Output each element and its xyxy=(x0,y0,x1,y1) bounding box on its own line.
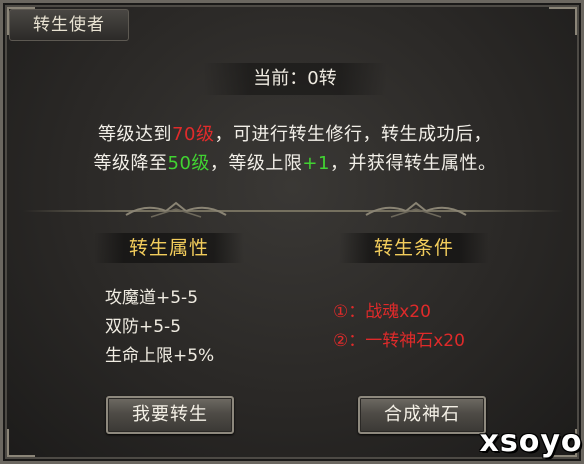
synthesize-stone-button[interactable]: 合成神石 xyxy=(358,396,486,434)
desc1-post: ，可进行转生修行，转生成功后， xyxy=(214,124,492,145)
description-line-1: 等级达到70级，可进行转生修行，转生成功后， xyxy=(3,120,584,146)
watermark-logo: xsoyo xyxy=(479,424,583,459)
required-level: 70级 xyxy=(172,124,215,145)
frame-corner-bottom-left xyxy=(7,429,35,457)
frame-corner-top-right xyxy=(549,7,577,35)
section-divider xyxy=(23,210,563,212)
level-cap-bonus: +1 xyxy=(302,153,330,174)
condition-item: ①：战魂x20 xyxy=(333,302,431,322)
attributes-header: 转生属性 xyxy=(94,233,244,263)
attribute-item: 双防+5-5 xyxy=(105,317,182,337)
reset-level: 50级 xyxy=(167,153,210,174)
current-rebirth-status: 当前：0转 xyxy=(203,63,387,95)
desc1-pre: 等级达到 xyxy=(98,124,173,145)
attribute-item: 生命上限+5% xyxy=(105,346,215,366)
desc2-pre: 等级降至 xyxy=(93,153,168,174)
desc2-post: ，并获得转生属性。 xyxy=(329,153,497,174)
rebirth-button[interactable]: 我要转生 xyxy=(106,396,234,434)
condition-item: ②：一转神石x20 xyxy=(333,331,465,351)
window-title: 转生使者 xyxy=(9,9,129,41)
description-line-2: 等级降至50级，等级上限+1，并获得转生属性。 xyxy=(3,149,584,175)
ornament-left xyxy=(125,201,227,218)
desc2-mid: ，等级上限 xyxy=(209,153,303,174)
rebirth-panel: 转生使者 当前：0转 等级达到70级，可进行转生修行，转生成功后， 等级降至50… xyxy=(0,0,584,464)
ornament-right xyxy=(365,201,467,218)
attribute-item: 攻魔道+5-5 xyxy=(105,288,199,308)
conditions-header: 转生条件 xyxy=(339,233,489,263)
